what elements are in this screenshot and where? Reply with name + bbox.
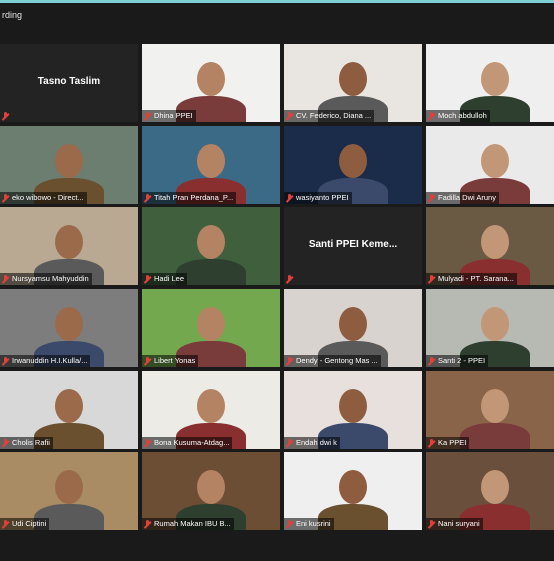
participant-name-label: Fadilla Dwi Aruny [426, 192, 499, 204]
muted-microphone-icon [1, 274, 10, 284]
muted-microphone-icon [143, 519, 152, 529]
participant-tile-bona-kusuma-atdag[interactable]: Bona Kusuma-Atdag... [142, 371, 280, 449]
muted-microphone-icon [1, 111, 10, 121]
participant-name: Rumah Makan IBU B... [154, 519, 231, 528]
participant-display-name: Santi PPEI Keme... [308, 239, 398, 250]
participant-tile-mulyadi-pt-sarana[interactable]: Mulyadi - PT. Sarana... [426, 207, 554, 285]
participant-tile-santi-2-ppei[interactable]: Santi 2 - PPEI [426, 289, 554, 367]
participant-tile-dhina-ppei[interactable]: Dhina PPEI [142, 44, 280, 122]
participant-name-label: Nani suryani [426, 518, 483, 530]
participant-name: CV. Federico, Diana ... [296, 111, 372, 120]
participant-name-label [284, 273, 299, 285]
participant-name: Santi 2 - PPEI [438, 356, 486, 365]
participant-name-label: Libert Yonas [142, 355, 199, 367]
participant-name: Nani suryani [438, 519, 480, 528]
participant-name-label: Nursyamsu Mahyuddin [0, 273, 92, 285]
participant-name: Mulyadi - PT. Sarana... [438, 274, 514, 283]
participant-tile-rumah-makan-ibu[interactable]: Rumah Makan IBU B... [142, 452, 280, 530]
participant-name-label: Bona Kusuma-Atdag... [142, 437, 233, 449]
participant-name-label: Endah dwi k [284, 437, 340, 449]
participant-tile-libert-yonas[interactable]: Libert Yonas [142, 289, 280, 367]
participant-tile-titah-pran-perdana[interactable]: Titah Pran Perdana_P... [142, 126, 280, 204]
muted-microphone-icon [1, 193, 10, 203]
participant-tile-wasiyanto-ppei[interactable]: wasiyanto PPEI [284, 126, 422, 204]
muted-microphone-icon [1, 519, 10, 529]
muted-microphone-icon [427, 438, 436, 448]
participant-name: Hadi Lee [154, 274, 185, 283]
participant-name: wasiyanto PPEI [296, 193, 349, 202]
muted-microphone-icon [427, 519, 436, 529]
participant-name: Fadilla Dwi Aruny [438, 193, 496, 202]
muted-microphone-icon [143, 111, 152, 121]
muted-microphone-icon [285, 274, 294, 284]
participant-tile-hadi-lee[interactable]: Hadi Lee [142, 207, 280, 285]
participant-name-label: Santi 2 - PPEI [426, 355, 489, 367]
participant-name-label: Udi Ciptini [0, 518, 50, 530]
participant-tile-cholis-rafii[interactable]: Cholis Rafii [0, 371, 138, 449]
muted-microphone-icon [285, 111, 294, 121]
participant-name-label: Titah Pran Perdana_P... [142, 192, 237, 204]
participant-name-label: Moch abdulloh [426, 110, 490, 122]
participant-name: eko wibowo - Direct... [12, 193, 84, 202]
participant-name: Nursyamsu Mahyuddin [12, 274, 89, 283]
participant-tile-nani-suryani[interactable]: Nani suryani [426, 452, 554, 530]
muted-microphone-icon [143, 356, 152, 366]
participant-name-label: Cholis Rafii [0, 437, 53, 449]
participant-name-label: eko wibowo - Direct... [0, 192, 87, 204]
participant-name-label: wasiyanto PPEI [284, 192, 352, 204]
participant-name-label: Rumah Makan IBU B... [142, 518, 234, 530]
participant-name: Ka PPEI [438, 438, 467, 447]
participant-tile-ka-ppei[interactable]: Ka PPEI [426, 371, 554, 449]
participant-name-label: Ka PPEI [426, 437, 470, 449]
participant-name: Bona Kusuma-Atdag... [154, 438, 230, 447]
participant-tile-endah-dwi-k[interactable]: Endah dwi k [284, 371, 422, 449]
participant-name-label [0, 110, 15, 122]
participant-name-label: Dendy - Gentong Mas ... [284, 355, 381, 367]
muted-microphone-icon [1, 356, 10, 366]
participant-name: Titah Pran Perdana_P... [154, 193, 234, 202]
participant-tile-nursyamsu-mahyuddin[interactable]: Nursyamsu Mahyuddin [0, 207, 138, 285]
muted-microphone-icon [427, 356, 436, 366]
participant-gallery: Tasno Taslim Dhina PPEI CV. Federico, Dian… [0, 44, 554, 534]
participant-name: Cholis Rafii [12, 438, 50, 447]
participant-name: Eni kusrini [296, 519, 331, 528]
participant-name-label: Eni kusrini [284, 518, 334, 530]
participant-tile-santi-ppei-keme[interactable]: Santi PPEI Keme... [284, 207, 422, 285]
recording-indicator-text: rding [2, 10, 23, 20]
participant-tile-cv-federico-diana[interactable]: CV. Federico, Diana ... [284, 44, 422, 122]
participant-name-label: Irwanuddin H.I.Kulla/... [0, 355, 91, 367]
participant-name-label: Hadi Lee [142, 273, 188, 285]
participant-name-label: Dhina PPEI [142, 110, 196, 122]
window-top-border [0, 0, 554, 3]
participant-name: Udi Ciptini [12, 519, 47, 528]
participant-name: Endah dwi k [296, 438, 337, 447]
participant-display-name: Tasno Taslim [37, 76, 101, 87]
participant-tile-eni-kusrini[interactable]: Eni kusrini [284, 452, 422, 530]
muted-microphone-icon [285, 356, 294, 366]
participant-name: Libert Yonas [154, 356, 196, 365]
muted-microphone-icon [285, 519, 294, 529]
participant-name: Moch abdulloh [438, 111, 487, 120]
muted-microphone-icon [285, 193, 294, 203]
participant-tile-udi-ciptini[interactable]: Udi Ciptini [0, 452, 138, 530]
participant-tile-dendy-gentong-mas[interactable]: Dendy - Gentong Mas ... [284, 289, 422, 367]
muted-microphone-icon [143, 193, 152, 203]
muted-microphone-icon [143, 274, 152, 284]
muted-microphone-icon [427, 111, 436, 121]
participant-tile-tasno-taslim[interactable]: Tasno Taslim [0, 44, 138, 122]
participant-name-label: Mulyadi - PT. Sarana... [426, 273, 517, 285]
participant-name-label: CV. Federico, Diana ... [284, 110, 375, 122]
participant-tile-eko-wibowo[interactable]: eko wibowo - Direct... [0, 126, 138, 204]
muted-microphone-icon [427, 193, 436, 203]
muted-microphone-icon [143, 438, 152, 448]
muted-microphone-icon [1, 438, 10, 448]
participant-tile-moch-abdulloh[interactable]: Moch abdulloh [426, 44, 554, 122]
participant-tile-fadilla-dwi-aruny[interactable]: Fadilla Dwi Aruny [426, 126, 554, 204]
muted-microphone-icon [427, 274, 436, 284]
participant-name: Irwanuddin H.I.Kulla/... [12, 356, 88, 365]
participant-tile-irwanuddin-kulla[interactable]: Irwanuddin H.I.Kulla/... [0, 289, 138, 367]
muted-microphone-icon [285, 438, 294, 448]
participant-name: Dhina PPEI [154, 111, 193, 120]
participant-name: Dendy - Gentong Mas ... [296, 356, 378, 365]
